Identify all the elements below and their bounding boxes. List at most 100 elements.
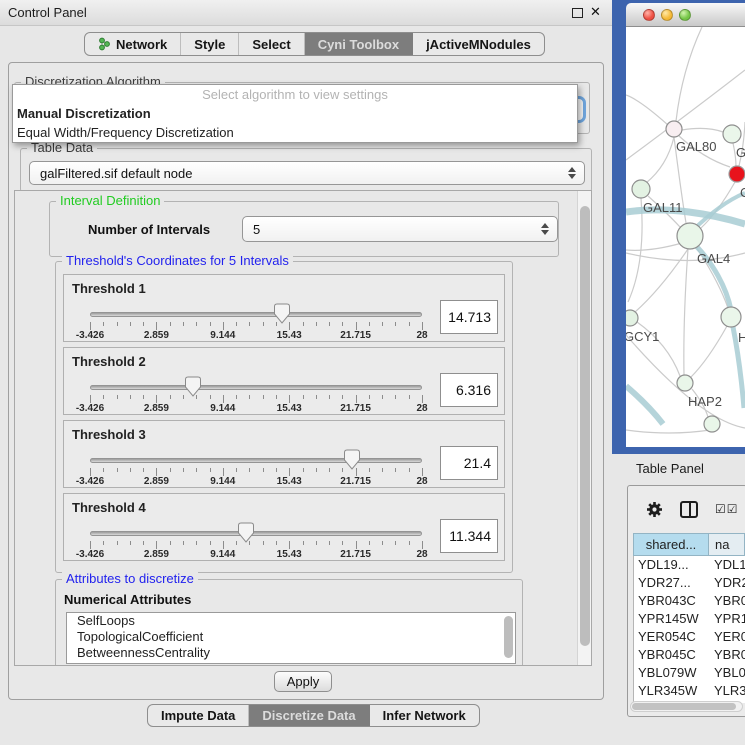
tab-network[interactable]: Network	[85, 33, 181, 55]
close-traffic-light[interactable]	[643, 9, 655, 21]
scrollbar-thumb[interactable]	[632, 703, 736, 710]
threshold-panel-2: Threshold 2-3.4262.8599.14415.4321.71528…	[63, 347, 505, 415]
network-node-gal11[interactable]	[632, 180, 650, 198]
threshold-coordinates-group: Threshold's Coordinates for 5 Intervals …	[55, 261, 513, 573]
cell-shared-name[interactable]: YLR345W	[634, 682, 710, 700]
combobox-stepper-icon	[568, 167, 576, 179]
cell-name[interactable]: YDL1	[710, 556, 745, 574]
tab-discretize-data[interactable]: Discretize Data	[249, 705, 369, 726]
tab-cyni-toolbox[interactable]: Cyni Toolbox	[305, 33, 413, 55]
network-node-h[interactable]	[721, 307, 741, 327]
threshold-panel-3: Threshold 3-3.4262.8599.14415.4321.71528…	[63, 420, 505, 488]
threshold-value-field[interactable]: 21.4	[440, 446, 498, 480]
close-icon[interactable]: ✕	[590, 4, 601, 20]
network-canvas[interactable]: GAL80GACGAL11GAL4GCY1HHAP2	[626, 27, 745, 447]
table-row[interactable]: YBR045CYBR0	[634, 646, 745, 664]
network-node-hap2[interactable]	[677, 375, 693, 391]
table-row[interactable]: YLR345WYLR3	[634, 682, 745, 700]
number-of-intervals-label: Number of Intervals	[88, 222, 210, 237]
network-node-ga[interactable]	[723, 125, 741, 143]
cell-shared-name[interactable]: YBR043C	[634, 592, 710, 610]
column-header-na[interactable]: na	[709, 533, 745, 556]
slider-track[interactable]	[90, 458, 422, 463]
network-node-gal80[interactable]	[666, 121, 682, 137]
tick-label: -3.426	[60, 330, 120, 341]
network-node-c[interactable]	[729, 166, 745, 182]
tick-label: 15.43	[259, 549, 319, 560]
minimize-traffic-light[interactable]	[661, 9, 673, 21]
tab-style[interactable]: Style	[181, 33, 239, 55]
table-data-combobox[interactable]: galFiltered.sif default node	[29, 161, 585, 185]
slider-thumb[interactable]	[344, 449, 360, 470]
cell-shared-name[interactable]: YDL19...	[634, 556, 710, 574]
network-node-gal4[interactable]	[677, 223, 703, 249]
table-data-group: Table Data galFiltered.sif default node	[20, 148, 592, 192]
cell-shared-name[interactable]: YER054C	[634, 628, 710, 646]
table-row[interactable]: YBL079WYBL0	[634, 664, 745, 682]
column-header-shared[interactable]: shared...	[633, 533, 709, 556]
table-horizontal-scrollbar[interactable]	[630, 701, 743, 712]
algorithm-dropdown-popup: Select algorithm to view settings Manual…	[12, 84, 578, 143]
network-node-unlabeled[interactable]	[704, 416, 720, 432]
tick-label: 21.715	[326, 549, 386, 560]
table-row[interactable]: YDR27...YDR2	[634, 574, 745, 592]
list-scrollbar-thumb[interactable]	[504, 616, 513, 658]
node-label: GAL4	[697, 251, 730, 266]
gear-icon[interactable]	[646, 501, 663, 518]
slider-thumb[interactable]	[274, 303, 290, 324]
number-of-intervals-combobox[interactable]: 5	[242, 216, 558, 242]
cell-name[interactable]: YDR2	[710, 574, 745, 592]
cell-name[interactable]: YER0	[710, 628, 745, 646]
attribute-item-topologicalcoefficient[interactable]: TopologicalCoefficient	[67, 629, 515, 645]
checkboxes-icon[interactable]: ☑☑	[715, 502, 739, 516]
table-row[interactable]: YBR043CYBR0	[634, 592, 745, 610]
cell-name[interactable]: YLR3	[710, 682, 745, 700]
tab-infer-network[interactable]: Infer Network	[370, 705, 479, 726]
scrollbar-thumb[interactable]	[580, 206, 590, 646]
split-columns-icon[interactable]	[680, 501, 698, 518]
threshold-value-field[interactable]: 14.713	[440, 300, 498, 334]
slider-track[interactable]	[90, 312, 422, 317]
zoom-traffic-light[interactable]	[679, 9, 691, 21]
attribute-item-selfloops[interactable]: SelfLoops	[67, 613, 515, 629]
threshold-value-field[interactable]: 6.316	[440, 373, 498, 407]
cell-shared-name[interactable]: YDR27...	[634, 574, 710, 592]
tab-jactivemnodules[interactable]: jActiveMNodules	[413, 33, 544, 55]
apply-button-label: Apply	[287, 674, 320, 689]
table-row[interactable]: YDL19...YDL1	[634, 556, 745, 574]
attribute-item-betweennesscentrality[interactable]: BetweennessCentrality	[67, 645, 515, 661]
dropdown-option-manual-discretization[interactable]: Manual Discretization	[13, 104, 577, 123]
dropdown-option-equal-width-frequency-discretization[interactable]: Equal Width/Frequency Discretization	[13, 123, 577, 142]
apply-button[interactable]: Apply	[274, 671, 332, 692]
cell-shared-name[interactable]: YPR145W	[634, 610, 710, 628]
table-panel-toolbar: ☑☑	[628, 490, 745, 528]
dropdown-placeholder-option[interactable]: Select algorithm to view settings	[13, 85, 577, 104]
tick-label: 21.715	[326, 476, 386, 487]
cell-name[interactable]: YBL0	[710, 664, 745, 682]
settings-vertical-scrollbar[interactable]	[577, 191, 591, 665]
threshold-value-field[interactable]: 11.344	[440, 519, 498, 553]
tick-label: 9.144	[193, 549, 253, 560]
slider-ticks	[90, 395, 422, 403]
tick-label: 15.43	[259, 476, 319, 487]
slider-thumb[interactable]	[185, 376, 201, 397]
cell-name[interactable]: YBR0	[710, 592, 745, 610]
slider-ticks	[90, 468, 422, 476]
attributes-group: Attributes to discretize Numerical Attri…	[55, 579, 523, 666]
cell-shared-name[interactable]: YBL079W	[634, 664, 710, 682]
tick-label: 2.859	[126, 476, 186, 487]
cell-name[interactable]: YPR1	[710, 610, 745, 628]
tab-select[interactable]: Select	[239, 33, 304, 55]
tab-impute-data[interactable]: Impute Data	[148, 705, 249, 726]
slider-thumb[interactable]	[238, 522, 254, 543]
dropdown-options: Manual DiscretizationEqual Width/Frequen…	[13, 104, 577, 142]
float-window-icon[interactable]	[572, 8, 583, 18]
numerical-attributes-list[interactable]: SelfLoopsTopologicalCoefficientBetweenne…	[66, 612, 516, 664]
slider-track[interactable]	[90, 531, 422, 536]
cell-name[interactable]: YBR0	[710, 646, 745, 664]
cell-shared-name[interactable]: YBR045C	[634, 646, 710, 664]
slider-track[interactable]	[90, 385, 422, 390]
network-node-gcy1[interactable]	[626, 310, 638, 326]
table-row[interactable]: YER054CYER0	[634, 628, 745, 646]
table-row[interactable]: YPR145WYPR1	[634, 610, 745, 628]
